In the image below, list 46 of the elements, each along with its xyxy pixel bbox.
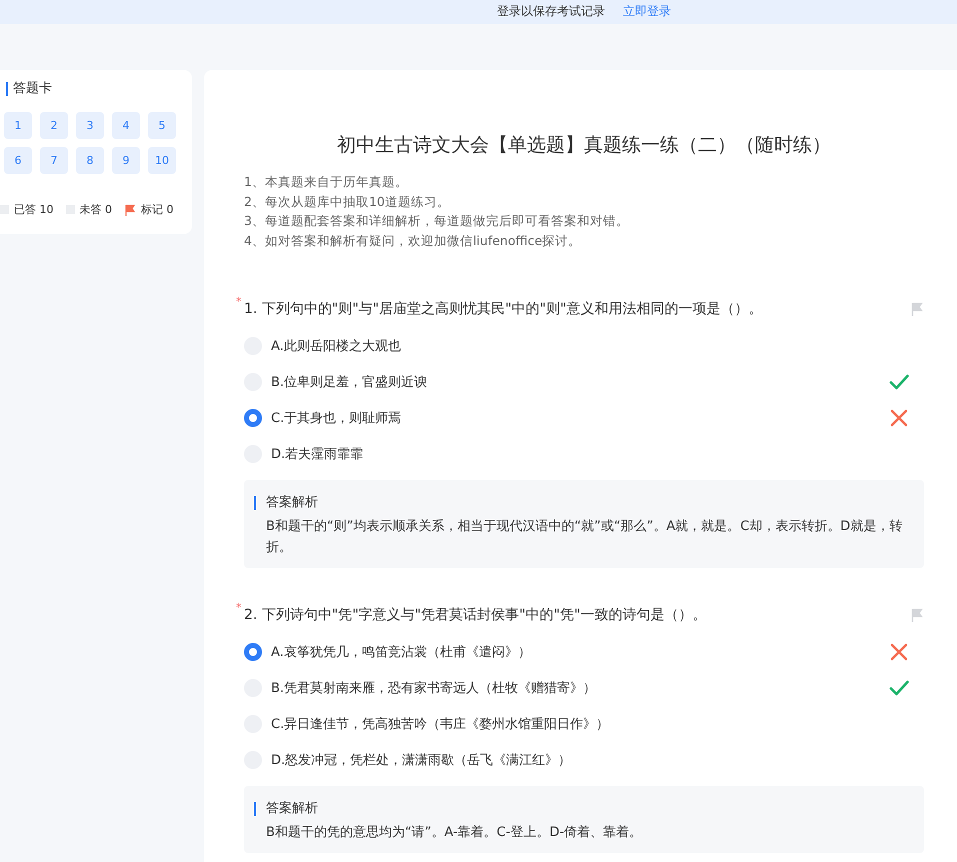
instruction-line: 2、每次从题库中抽取10道题练习。 <box>244 192 451 210</box>
required-mark: * <box>236 295 242 308</box>
question-number-button[interactable]: 10 <box>148 147 176 174</box>
question-number-button[interactable]: 8 <box>76 147 104 174</box>
option-text: A.此则岳阳楼之大观也 <box>271 338 402 355</box>
login-prompt: 登录以保存考试记录 <box>497 2 605 20</box>
question-number-button[interactable]: 9 <box>112 147 140 174</box>
option-text: C.于其身也，则耻师焉 <box>271 410 402 427</box>
question-text: 2. 下列诗句中"凭"字意义与"凭君莫话封侯事"中的"凭"一致的诗句是（）。 <box>244 606 708 624</box>
flag-icon[interactable] <box>910 608 924 622</box>
analysis-title: 答案解析 <box>254 802 912 816</box>
option-text: C.异日逢佳节，凭高独苦吟（韦庄《婺州水馆重阳日作》） <box>271 716 610 733</box>
option-text: D.怒发冲冠，凭栏处，潇潇雨歇（岳飞《满江红》） <box>271 752 572 769</box>
question-text: 1. 下列句中的"则"与"居庙堂之高则忧其民"中的"则"意义和用法相同的一项是（）。 <box>244 300 764 318</box>
question-number-button[interactable]: 4 <box>112 112 140 139</box>
analysis-text: B和题干的凭的意思均为“请”。A-靠着。C-登上。D-倚着、靠着。 <box>266 824 644 842</box>
checkmark-icon <box>889 678 909 698</box>
instruction-line: 1、本真题来自于历年真题。 <box>244 173 409 191</box>
exam-title: 初中生古诗文大会【单选题】真题练一练（二）（随时练） <box>336 133 832 158</box>
option-text: B.凭君莫射南来雁，恐有家书寄远人（杜牧《赠猎寄》） <box>271 680 598 697</box>
option-text: A.哀筝犹凭几，鸣笛竞沾裳（杜甫《遣闷》） <box>271 644 532 661</box>
instruction-line: 4、如对答案和解析有疑问，欢迎加微信liufenoffice探讨。 <box>244 232 582 250</box>
answer-card-title: 答题卡 <box>6 82 192 96</box>
question-number-button[interactable]: 5 <box>148 112 176 139</box>
legend-label: 未答 0 <box>80 202 112 217</box>
legend-label: 标记 0 <box>141 202 174 217</box>
radio-button[interactable] <box>244 409 262 427</box>
checkmark-icon <box>889 372 909 392</box>
option-text: D.若夫霪雨霏霏 <box>271 446 364 463</box>
required-mark: * <box>236 601 242 614</box>
legend-label: 已答 10 <box>14 202 54 217</box>
question-number-button[interactable]: 1 <box>4 112 32 139</box>
radio-button[interactable] <box>244 643 262 661</box>
cross-icon <box>889 642 909 662</box>
instruction-line: 3、每道题配套答案和详细解析，每道题做完后即可看答案和对错。 <box>244 212 630 230</box>
question-number-button[interactable]: 7 <box>40 147 68 174</box>
analysis-text: B和题干的“则”均表示顺承关系，相当于现代汉语中的“就”或“那么”。A就，就是。C却，表示转折。D就是，转折。 <box>266 518 904 557</box>
flag-icon[interactable] <box>910 302 924 316</box>
option-text: B.位卑则足羞，官盛则近谀 <box>271 374 428 391</box>
question-number-button[interactable]: 6 <box>4 147 32 174</box>
question-number-button[interactable]: 3 <box>76 112 104 139</box>
flag-icon <box>124 204 136 216</box>
login-link[interactable]: 立即登录 <box>623 2 671 20</box>
cross-icon <box>889 408 909 428</box>
analysis-title: 答案解析 <box>254 496 912 510</box>
question-number-button[interactable]: 2 <box>40 112 68 139</box>
